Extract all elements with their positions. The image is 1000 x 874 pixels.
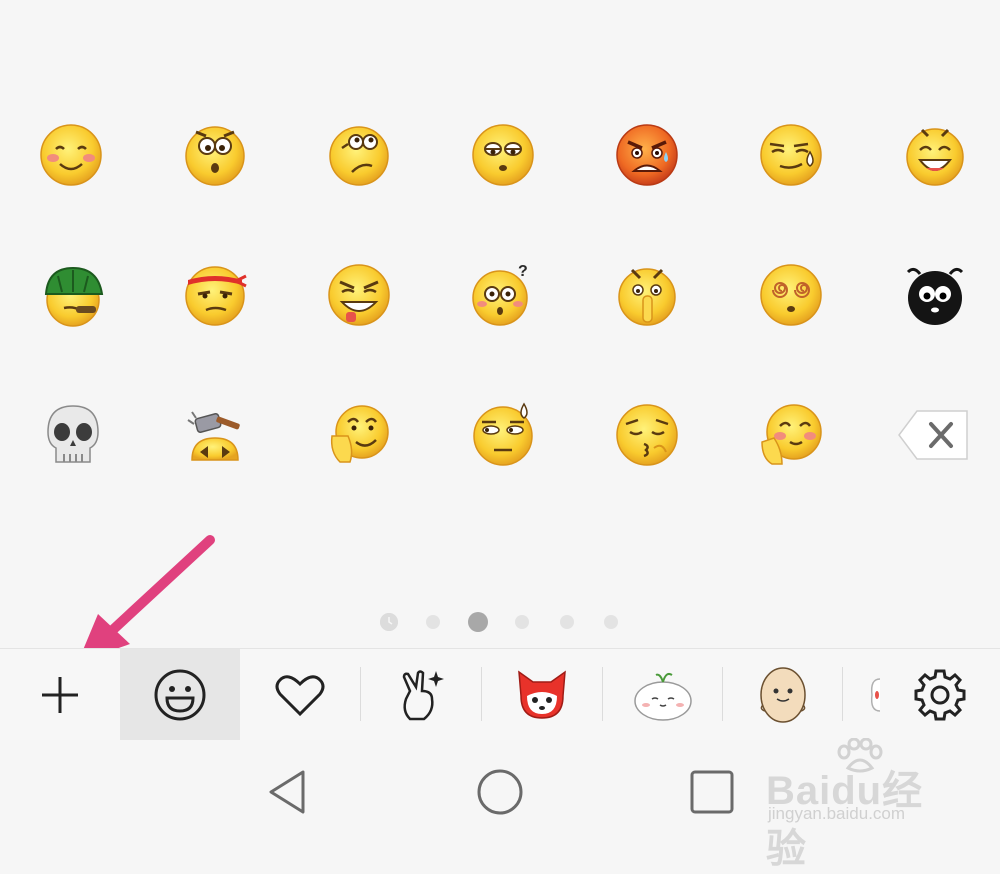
white-bun-sticker: [634, 672, 692, 721]
baidu-watermark: Baidu经验 jingyan.baidu.com: [762, 738, 962, 871]
emoji-shush[interactable]: [614, 262, 680, 328]
emoji-smile[interactable]: [38, 122, 104, 188]
emoji-grimace[interactable]: [326, 262, 392, 328]
emoji-face-palm-blush[interactable]: [758, 402, 824, 468]
svg-text:?: ?: [518, 263, 528, 280]
home-button[interactable]: [465, 760, 535, 824]
potato-sticker: [760, 667, 806, 723]
emoji-kiss[interactable]: [614, 402, 680, 468]
tab-emoji[interactable]: [120, 649, 240, 741]
heart-icon: [275, 675, 325, 717]
emoji-thinking[interactable]: [326, 402, 392, 468]
emoji-confused[interactable]: [326, 122, 392, 188]
emoji-black-bug[interactable]: [902, 262, 968, 328]
page-dot[interactable]: [515, 615, 529, 629]
settings-button[interactable]: [890, 649, 990, 741]
toolbar-divider: [842, 667, 843, 721]
emoji-surprised[interactable]: [182, 122, 248, 188]
emoji-eye-roll[interactable]: [470, 122, 536, 188]
watermark-url: jingyan.baidu.com: [768, 804, 906, 823]
back-button[interactable]: [252, 760, 322, 824]
page-dot[interactable]: [560, 615, 574, 629]
recent-page-dot[interactable]: [380, 613, 398, 631]
tab-white-bun[interactable]: [603, 649, 723, 741]
emoji-sweat-speechless[interactable]: [470, 402, 536, 468]
backspace-button[interactable]: [894, 402, 972, 468]
emoji-grin[interactable]: [902, 122, 968, 188]
emoji-skull[interactable]: [40, 402, 106, 468]
emoji-headband-annoyed[interactable]: [182, 262, 248, 328]
sticker-toolbar: [0, 648, 1000, 741]
page-dot[interactable]: [604, 615, 618, 629]
emoji-hammer[interactable]: [182, 402, 248, 468]
page-dot-active[interactable]: [468, 612, 488, 632]
recents-square-icon: [690, 770, 734, 814]
clock-icon: [380, 613, 398, 631]
add-sticker-button[interactable]: [0, 649, 120, 741]
settings-icon: [914, 669, 966, 721]
page-dot[interactable]: [426, 615, 440, 629]
emoji-sweat-smirk[interactable]: [758, 122, 824, 188]
tab-partial-sticker[interactable]: [850, 649, 882, 741]
hand-gesture-icon: [402, 670, 444, 721]
tab-potato[interactable]: [723, 649, 843, 741]
emoji-grid: ?: [0, 90, 1000, 510]
tab-gestures[interactable]: [361, 649, 481, 741]
smiley-icon: [154, 669, 206, 721]
emoji-dizzy[interactable]: [758, 262, 824, 328]
red-fox-sticker: [518, 670, 566, 719]
emoji-angry[interactable]: [614, 122, 680, 188]
back-triangle-icon: [269, 770, 305, 814]
add-icon: [42, 677, 78, 713]
emoji-green-hat[interactable]: [40, 262, 106, 328]
backspace-icon: [898, 410, 968, 460]
home-circle-icon: [477, 769, 523, 815]
partial-sticker: [870, 678, 880, 712]
emoji-question-shocked[interactable]: ?: [470, 262, 536, 328]
recents-button[interactable]: [677, 760, 747, 824]
tab-favorites[interactable]: [240, 649, 360, 741]
tab-red-fox[interactable]: [482, 649, 602, 741]
